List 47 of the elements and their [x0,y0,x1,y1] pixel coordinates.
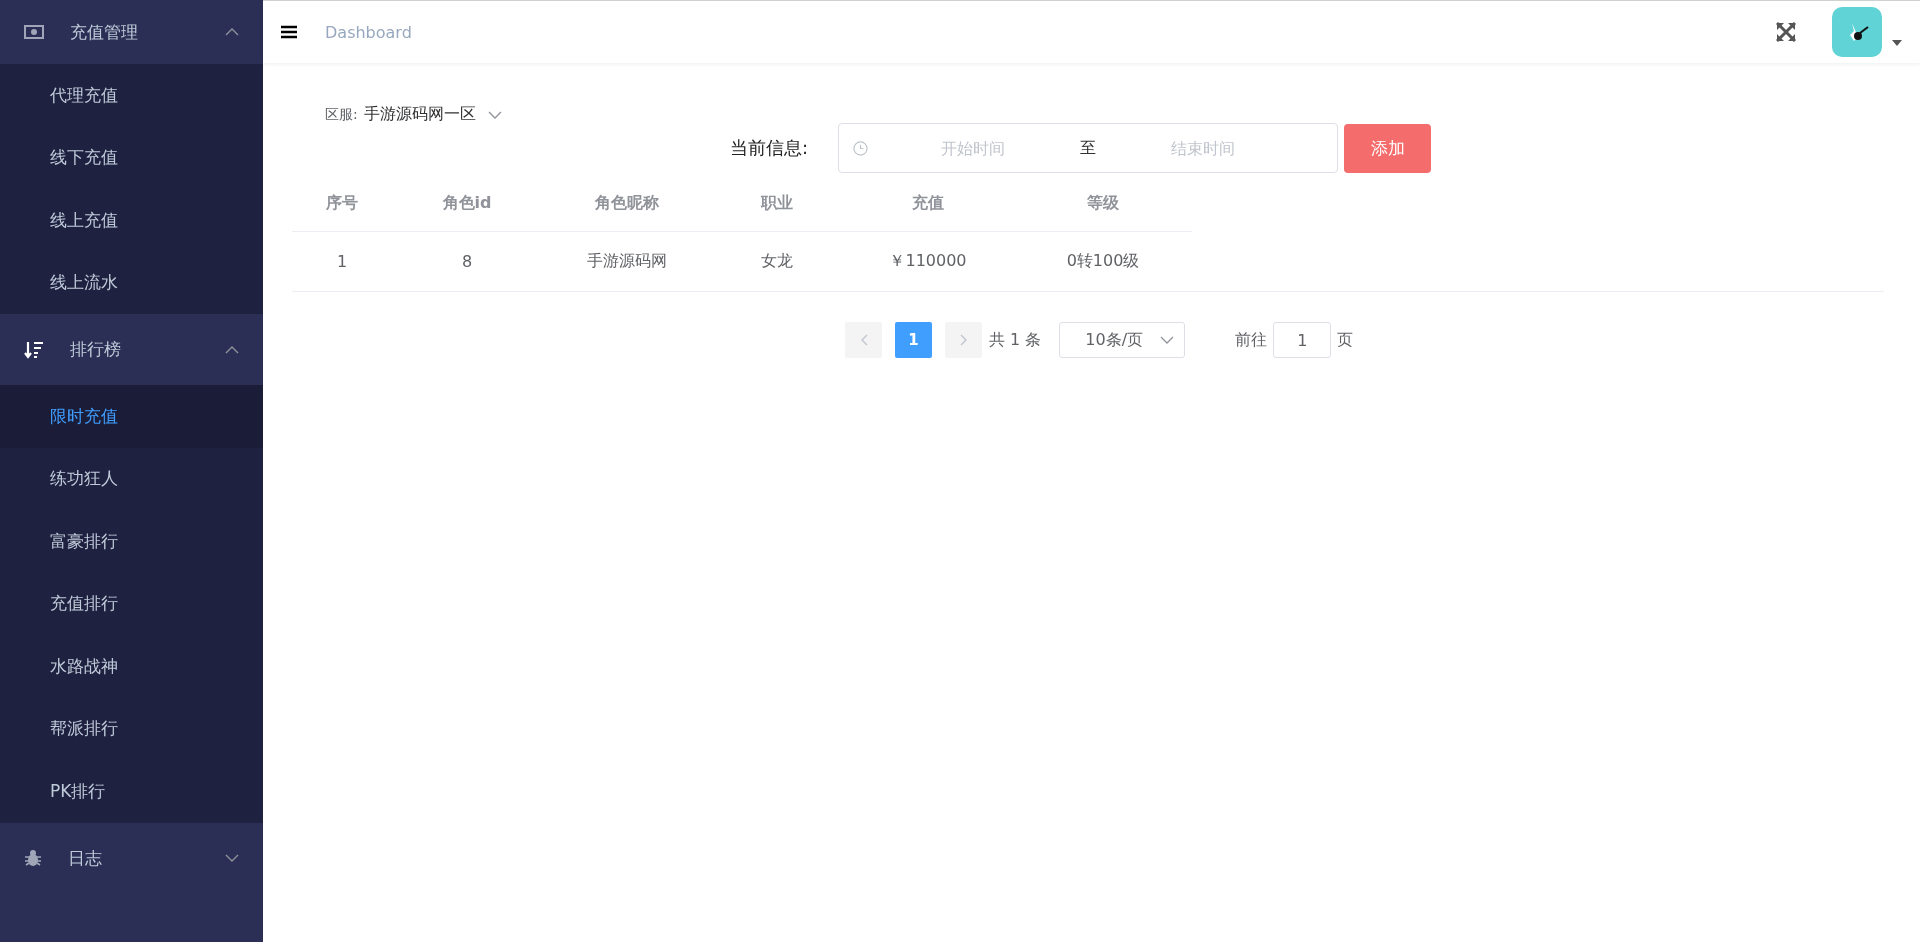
menu-item[interactable]: 代理充值 [0,64,263,127]
menu-item[interactable]: 练功狂人 [0,447,263,510]
server-select[interactable]: 手游源码网一区 [363,104,502,125]
chevron-up-icon [225,28,239,36]
menu-item[interactable]: PK排行 [0,760,263,823]
table-cell-text: 1 [335,251,349,273]
menu-icon[interactable] [281,25,297,39]
column-header: 角色id [441,191,493,214]
menu-item[interactable]: 线上流水 [0,251,263,314]
goto-label: 前往 [1235,329,1268,351]
total-count: 共 1 条 [989,329,1042,351]
sort-icon [24,339,44,360]
chevron-down-icon [225,854,239,862]
field-label: 区服: [325,105,358,124]
column-header: 等级 [1086,191,1120,214]
column-header: 序号 [325,191,359,214]
column-header: 充值 [911,191,945,214]
column-header: 角色昵称 [594,191,660,214]
chevron-down-icon [1160,336,1175,344]
page-input[interactable]: 1 [1273,322,1332,358]
page-size-select[interactable]: 10条/页 [1059,322,1186,358]
fullscreen-icon[interactable] [1776,22,1796,42]
table-cell-text: 手游源码网 [586,250,668,272]
avatar[interactable] [1832,7,1882,57]
table-cell-text: 8 [460,251,474,273]
menu-item[interactable]: 限时充值 [0,385,263,448]
banknote-icon [24,25,44,39]
menu-item[interactable]: 帮派排行 [0,697,263,760]
table-cell-text: 0转100级 [1065,250,1141,272]
menu-item[interactable]: 线上充值 [0,189,263,252]
page-suffix: 页 [1337,329,1354,351]
caret-down-icon[interactable] [1892,40,1902,46]
field-label: 当前信息: [730,136,809,160]
chevron-right-icon [959,334,968,346]
menu-item[interactable]: 线下充值 [0,126,263,189]
chevron-left-icon [859,334,868,346]
menu-item[interactable]: 富豪排行 [0,510,263,573]
menu-item[interactable]: 水路战神 [0,635,263,698]
date-range-field[interactable]: 开始时间 至 结束时间 [838,123,1339,173]
clock-icon [853,140,869,156]
bug-icon [24,849,42,867]
table-cell-text: 女龙 [760,250,794,272]
table-cell-text: ￥110000 [888,250,968,272]
chevron-up-icon [225,345,239,354]
column-header: 职业 [760,191,794,214]
menu-item[interactable]: 充值排行 [0,572,263,635]
chevron-down-icon [487,110,502,119]
